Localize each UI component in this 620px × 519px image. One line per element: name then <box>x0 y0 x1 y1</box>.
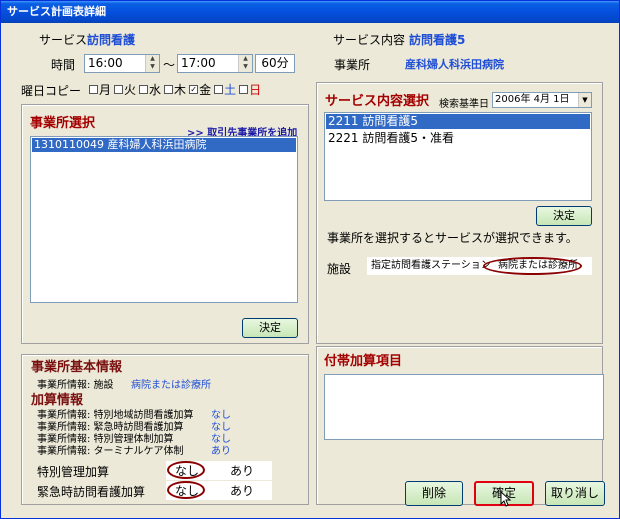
office-info-facility-value: 病院または診療所 <box>131 380 211 391</box>
service-content-value: 訪問看護5 <box>409 33 466 47</box>
weekday-label: 日 <box>249 83 262 97</box>
checkbox-box[interactable] <box>164 85 174 94</box>
search-date-value: 2006年 4月 1日 <box>495 94 570 105</box>
office-select-heading: 事業所選択 <box>30 116 96 131</box>
office-label: 事業所 <box>334 58 371 72</box>
office-value: 産科婦人科浜田病院 <box>405 58 504 71</box>
weekday-label: 木 <box>174 83 187 97</box>
end-time-arrows[interactable]: ▲ ▼ <box>238 55 252 72</box>
service-confirm-button[interactable]: 決定 <box>536 206 592 226</box>
service-value: 訪問看護 <box>87 33 136 47</box>
checkbox-box[interactable] <box>89 85 98 94</box>
weekday-copy-label: 曜日コピー <box>21 84 82 98</box>
chevron-down-icon[interactable]: ▼ <box>578 93 591 107</box>
weekday-0-checkbox[interactable]: 月 <box>89 83 111 97</box>
addition-info-label: 事業所情報: ターミナルケア体制 <box>37 446 184 457</box>
facility-value-1: 指定訪問看護ステーション <box>371 260 491 271</box>
selected-oval <box>167 481 205 499</box>
extra-items-heading: 付帯加算項目 <box>324 354 403 369</box>
service-content-label: サービス内容 <box>333 33 406 47</box>
extra-items-list[interactable] <box>324 374 604 440</box>
weekday-checkboxes: 月火水木 ✓ 金土日 <box>89 81 264 98</box>
checkbox-box[interactable] <box>214 85 224 94</box>
weekday-5-checkbox[interactable]: 土 <box>214 83 236 97</box>
weekday-1-checkbox[interactable]: 火 <box>114 83 136 97</box>
facility-label: 施設 <box>327 262 352 276</box>
start-time-value: 16:00 <box>88 56 123 70</box>
cancel-button[interactable]: 取り消し <box>545 481 605 506</box>
delete-button[interactable]: 削除 <box>405 481 463 506</box>
office-confirm-button[interactable]: 決定 <box>242 318 298 338</box>
weekday-label: 水 <box>149 83 162 97</box>
start-time-arrows[interactable]: ▲ ▼ <box>145 55 159 72</box>
toggle-option-on[interactable]: あり <box>230 462 254 479</box>
weekday-3-checkbox[interactable]: 木 <box>164 83 186 97</box>
list-item[interactable]: 2221 訪問看護5・准看 <box>328 129 454 146</box>
weekday-label: 火 <box>124 83 137 97</box>
window-title: サービス計画表詳細 <box>1 1 619 23</box>
service-select-note: 事業所を選択するとサービスが選択できます。 <box>327 231 578 245</box>
weekday-4-checkbox[interactable]: ✓ 金 <box>189 83 211 97</box>
search-date-select[interactable]: 2006年 4月 1日 ▼ <box>492 92 592 108</box>
checkbox-box[interactable]: ✓ <box>189 85 199 94</box>
checkbox-box[interactable] <box>239 85 249 94</box>
weekday-label: 月 <box>99 83 112 97</box>
office-info-heading: 事業所基本情報 <box>31 360 123 375</box>
dialog-window: サービス計画表詳細 サービス 訪問看護 サービス内容 訪問看護5 時間 16:0… <box>0 0 620 519</box>
end-time-stepper[interactable]: 17:00 ▲ ▼ <box>177 54 253 73</box>
service-list[interactable]: 2211 訪問看護5 2221 訪問看護5・准看 <box>324 112 592 201</box>
toggle-label: 特別管理加算 <box>37 465 110 479</box>
selected-oval <box>167 461 205 479</box>
service-select-heading: サービス内容選択 <box>325 94 430 109</box>
addition-info-value: あり <box>211 446 231 457</box>
weekday-label: 土 <box>224 83 237 97</box>
weekday-6-checkbox[interactable]: 日 <box>239 83 261 97</box>
checkbox-box[interactable] <box>139 85 149 94</box>
weekday-2-checkbox[interactable]: 水 <box>139 83 161 97</box>
highlight-oval <box>483 257 582 275</box>
time-label: 時間 <box>51 58 76 72</box>
service-label: サービス <box>39 33 88 47</box>
toggle-option-on[interactable]: あり <box>230 482 254 499</box>
start-time-stepper[interactable]: 16:00 ▲ ▼ <box>84 54 160 73</box>
end-time-value: 17:00 <box>181 56 216 70</box>
toggle-label: 緊急時訪問看護加算 <box>37 485 146 499</box>
mouse-cursor-icon <box>500 491 512 507</box>
duration-field[interactable]: 60分 <box>255 54 295 73</box>
weekday-label: 金 <box>199 83 212 97</box>
toggle-switch[interactable]: なし あり <box>166 461 272 480</box>
time-separator: 〜 <box>163 58 176 72</box>
office-list[interactable]: 1310110049 産科婦人科浜田病院 <box>30 136 298 303</box>
list-item[interactable]: 1310110049 産科婦人科浜田病院 <box>32 138 296 152</box>
search-date-label: 検索基準日 <box>439 99 489 110</box>
list-item[interactable]: 2211 訪問看護5 <box>326 114 590 129</box>
checkbox-box[interactable] <box>114 85 124 94</box>
toggle-switch[interactable]: なし あり <box>166 481 272 500</box>
